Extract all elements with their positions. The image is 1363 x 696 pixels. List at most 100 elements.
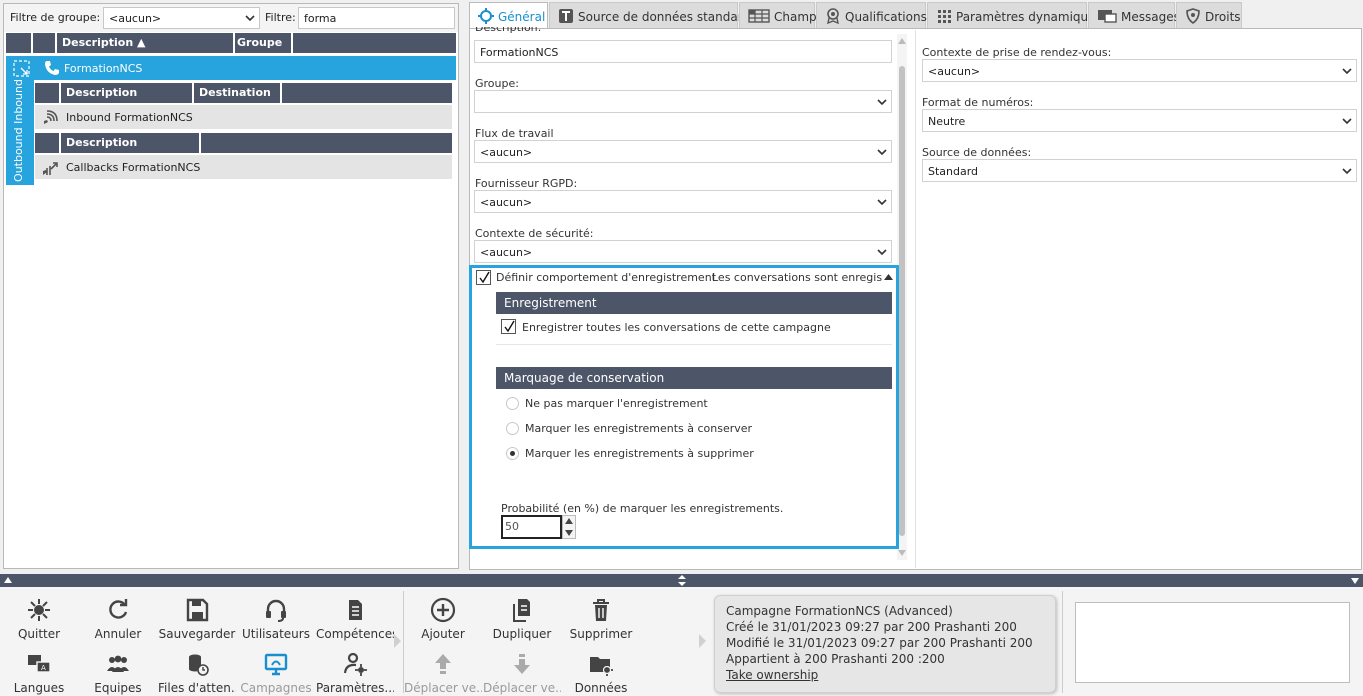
- cancel-button[interactable]: Annuler: [79, 597, 157, 641]
- radio-no-mark[interactable]: [506, 397, 519, 410]
- record-all-label: Enregistrer toutes les conversations de …: [522, 321, 831, 334]
- appointment-select[interactable]: <aucun>: [922, 59, 1357, 82]
- security-select[interactable]: <aucun>: [474, 240, 892, 263]
- data-button[interactable]: Données: [562, 651, 640, 695]
- group-select[interactable]: [474, 90, 892, 113]
- campaigns-button[interactable]: Campagnes: [237, 651, 315, 695]
- recording-checkbox[interactable]: [476, 270, 491, 285]
- campaign-list-panel: Filtre de groupe: <aucun> Filtre: forma …: [3, 3, 459, 569]
- teams-button[interactable]: Equipes: [79, 651, 157, 695]
- tab-dynamic-params[interactable]: Paramètres dynamiques: [927, 2, 1102, 29]
- save-icon: [186, 598, 209, 622]
- tab-rights-label: Droits: [1205, 10, 1241, 24]
- add-button[interactable]: Ajouter: [404, 597, 482, 641]
- queues-button[interactable]: Files d'atten...: [158, 651, 236, 695]
- quit-icon: [28, 599, 50, 621]
- radio-mark-keep[interactable]: [506, 422, 519, 435]
- tab-messages[interactable]: Messages: [1088, 2, 1180, 29]
- tab-data-source-label: Source de données standard: [578, 10, 751, 24]
- resize-icon[interactable]: [678, 575, 686, 586]
- description-input[interactable]: FormationNCS: [474, 40, 892, 63]
- datasource-select[interactable]: Standard: [922, 159, 1357, 182]
- inbound-row[interactable]: Inbound FormationNCS: [35, 105, 452, 129]
- workflow-value: <aucun>: [480, 146, 533, 159]
- badge-icon: [827, 8, 839, 24]
- take-ownership-link[interactable]: Take ownership: [726, 667, 1044, 683]
- duplicate-icon: [513, 599, 530, 622]
- outbound-header-spacer: [35, 133, 61, 153]
- select-icon: [13, 60, 30, 77]
- grid-icon: [938, 10, 951, 23]
- campaigns-label: Campagnes: [240, 681, 312, 695]
- outbound-row[interactable]: Callbacks FormationNCS: [35, 155, 452, 179]
- filter-value: forma: [304, 12, 337, 25]
- languages-button[interactable]: A Langues: [0, 651, 78, 695]
- group-filter-select[interactable]: <aucun>: [103, 7, 260, 29]
- splitter-bar[interactable]: [0, 574, 1363, 587]
- spin-down-icon[interactable]: [565, 530, 573, 536]
- duplicate-label: Dupliquer: [492, 627, 552, 641]
- filter-label: Filtre:: [265, 11, 296, 24]
- users-label: Utilisateurs: [242, 627, 310, 641]
- collapse-down-icon[interactable]: [1351, 578, 1359, 584]
- tab-data-source[interactable]: Source de données standard: [549, 2, 750, 29]
- scroll-up-icon[interactable]: [898, 37, 906, 45]
- languages-label: Langues: [13, 681, 65, 695]
- record-all-checkbox[interactable]: [501, 319, 516, 334]
- phone-icon: [45, 61, 59, 75]
- tab-general[interactable]: Général: [469, 2, 548, 29]
- quit-label: Quitter: [17, 627, 61, 641]
- description-label: Description:: [475, 27, 542, 34]
- gdpr-select[interactable]: <aucun>: [474, 190, 892, 213]
- callback-icon: [43, 162, 58, 175]
- collapse-icon[interactable]: [884, 274, 893, 280]
- security-label: Contexte de sécurité:: [475, 227, 594, 240]
- radio-mark-delete[interactable]: [506, 447, 519, 460]
- probability-spinner[interactable]: [562, 515, 576, 539]
- params-button[interactable]: Paramètres...: [316, 651, 394, 695]
- filter-input[interactable]: forma: [298, 7, 455, 29]
- campaign-name: FormationNCS: [64, 62, 143, 75]
- scroll-down-icon[interactable]: [898, 549, 906, 557]
- delete-button[interactable]: Supprimer: [562, 597, 640, 641]
- recording-summary: Les conversations sont enregis...: [712, 271, 882, 284]
- number-format-label: Format de numéros:: [922, 96, 1034, 109]
- campaign-row[interactable]: FormationNCS: [6, 56, 456, 80]
- header-group-cell: [235, 33, 293, 53]
- group-filter-value: <aucun>: [109, 12, 162, 25]
- outbound-header-desc-cell: [61, 133, 201, 153]
- tab-qualifications[interactable]: Qualifications: [816, 2, 927, 29]
- scroll-thumb[interactable]: [899, 66, 905, 536]
- outbound-item-label: Callbacks FormationNCS: [66, 161, 201, 174]
- chevron-down-icon: [1342, 68, 1352, 75]
- radio-no-mark-label: Ne pas marquer l'enregistrement: [525, 397, 708, 410]
- notes-textarea[interactable]: [1075, 602, 1350, 683]
- spin-up-icon[interactable]: [565, 518, 573, 524]
- svg-text:A: A: [41, 664, 46, 672]
- duplicate-button[interactable]: Dupliquer: [483, 597, 561, 641]
- retention-section-header: Marquage de conservation: [496, 367, 892, 389]
- move-down-label: Déplacer ve...: [483, 681, 561, 695]
- quit-button[interactable]: Quitter: [0, 597, 78, 641]
- inbound-header: Description Destination: [35, 83, 452, 103]
- move-down-button[interactable]: Déplacer ve...: [483, 651, 561, 695]
- info-created: Créé le 31/01/2023 09:27 par 200 Prashan…: [726, 620, 1017, 634]
- gear-icon: [478, 8, 494, 24]
- move-up-button[interactable]: Déplacer ve...: [404, 651, 482, 695]
- users-button[interactable]: Utilisateurs: [237, 597, 315, 641]
- document-icon: [349, 600, 362, 620]
- skills-button[interactable]: Compétences: [316, 597, 394, 641]
- tab-rights[interactable]: Droits: [1176, 2, 1242, 29]
- fields-icon: [748, 9, 770, 23]
- language-icon: A: [28, 655, 51, 673]
- tab-fields[interactable]: Champs: [739, 2, 823, 29]
- workflow-label: Flux de travail: [475, 127, 554, 140]
- workflow-select[interactable]: <aucun>: [474, 140, 892, 163]
- probability-input[interactable]: 50: [501, 515, 562, 539]
- probability-label: Probabilité (en %) de marquer les enregi…: [501, 502, 784, 515]
- number-format-select[interactable]: Neutre: [922, 109, 1357, 132]
- expand-up-icon[interactable]: [4, 577, 12, 583]
- save-button[interactable]: Sauvegarder: [158, 597, 236, 641]
- shield-icon: [1186, 8, 1200, 24]
- inbound-header-desc-cell: [61, 83, 194, 103]
